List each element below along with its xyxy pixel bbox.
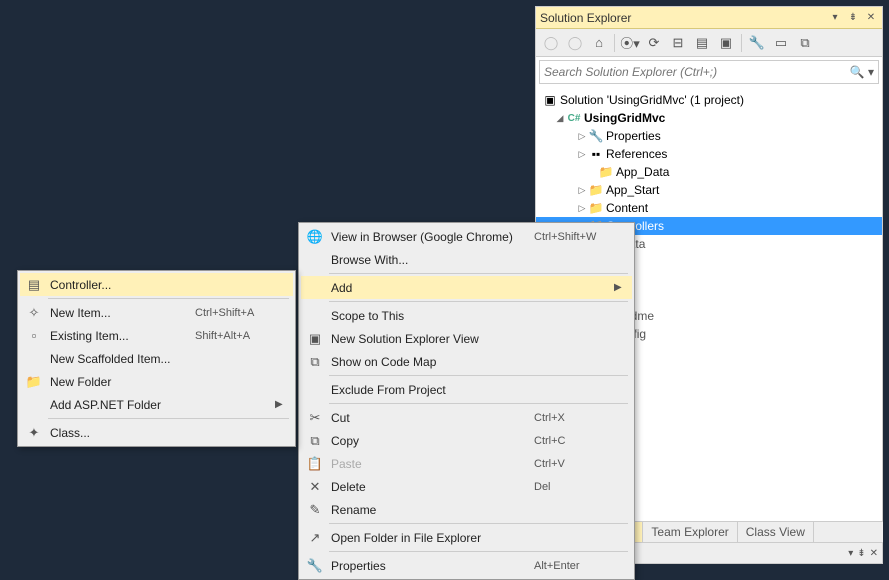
copy-icon: ⧉	[303, 433, 327, 449]
search-container: 🔍 ▾	[539, 60, 879, 84]
dropdown-icon[interactable]: ▾	[848, 548, 853, 559]
forward-icon[interactable]: ◯	[564, 32, 586, 54]
menu-cut[interactable]: ✂ Cut Ctrl+X	[301, 406, 632, 429]
dropdown-icon[interactable]: ▾	[828, 11, 842, 25]
solution-icon: ▣	[542, 93, 558, 107]
menu-separator	[329, 523, 628, 524]
context-menu-main: 🌐 View in Browser (Google Chrome) Ctrl+S…	[298, 222, 635, 580]
menu-separator	[329, 273, 628, 274]
delete-icon: ✕	[303, 479, 327, 495]
chevron-right-icon: ▶	[614, 282, 626, 293]
tree-folder-appstart[interactable]: ▷ 📁 App_Start	[536, 181, 882, 199]
menu-new-item[interactable]: ✧ New Item... Ctrl+Shift+A	[20, 301, 293, 324]
panel-title: Solution Explorer	[540, 11, 631, 25]
new-folder-icon: 📁	[22, 374, 46, 390]
rename-icon: ✎	[303, 502, 327, 518]
menu-exclude[interactable]: Exclude From Project	[301, 378, 632, 401]
menu-delete[interactable]: ✕ Delete Del	[301, 475, 632, 498]
tree-project[interactable]: ◢ C# UsingGridMvc	[536, 109, 882, 127]
close-icon[interactable]: ✕	[864, 11, 878, 25]
references-icon: ▪▪	[588, 147, 604, 161]
csharp-project-icon: C#	[566, 113, 582, 124]
menu-open-folder[interactable]: ↗ Open Folder in File Explorer	[301, 526, 632, 549]
folder-icon: 📁	[598, 165, 614, 179]
menu-separator	[48, 298, 289, 299]
open-folder-icon: ↗	[303, 530, 327, 546]
menu-new-folder[interactable]: 📁 New Folder	[20, 370, 293, 393]
menu-separator	[48, 418, 289, 419]
menu-paste[interactable]: 📋 Paste Ctrl+V	[301, 452, 632, 475]
controller-icon: ▤	[22, 277, 46, 293]
search-icon[interactable]: 🔍 ▾	[850, 65, 874, 79]
class-icon: ✦	[22, 425, 46, 441]
menu-new-explorer-view[interactable]: ▣ New Solution Explorer View	[301, 327, 632, 350]
home-icon[interactable]: ⌂	[588, 32, 610, 54]
show-all-icon[interactable]: ▤	[691, 32, 713, 54]
menu-scope[interactable]: Scope to This	[301, 304, 632, 327]
wrench-icon: 🔧	[588, 129, 604, 143]
menu-copy[interactable]: ⧉ Copy Ctrl+C	[301, 429, 632, 452]
menu-properties[interactable]: 🔧 Properties Alt+Enter	[301, 554, 632, 577]
menu-separator	[329, 301, 628, 302]
tree-folder-content[interactable]: ▷ 📁 Content	[536, 199, 882, 217]
codemap-icon: ⧉	[303, 354, 327, 370]
window-icon: ▣	[303, 331, 327, 347]
preview-selected-icon[interactable]: ▭	[770, 32, 792, 54]
pin-icon[interactable]: ⇟	[857, 548, 865, 559]
tab-class-view[interactable]: Class View	[738, 522, 814, 542]
properties-icon[interactable]: 🔧	[746, 32, 768, 54]
collapse-icon[interactable]: ⊟	[667, 32, 689, 54]
expander-icon[interactable]: ◢	[554, 113, 566, 124]
menu-code-map[interactable]: ⧉ Show on Code Map	[301, 350, 632, 373]
view-class-icon[interactable]: ⧉	[794, 32, 816, 54]
tree-references[interactable]: ▷ ▪▪ References	[536, 145, 882, 163]
paste-icon: 📋	[303, 456, 327, 472]
menu-separator	[329, 403, 628, 404]
back-icon[interactable]: ◯	[540, 32, 562, 54]
menu-class[interactable]: ✦ Class...	[20, 421, 293, 444]
expander-icon[interactable]: ▷	[576, 149, 588, 160]
panel-titlebar: Solution Explorer ▾ ⇟ ✕	[536, 7, 882, 29]
menu-rename[interactable]: ✎ Rename	[301, 498, 632, 521]
expander-icon[interactable]: ▷	[576, 185, 588, 196]
folder-icon: 📁	[588, 201, 604, 215]
new-item-icon: ✧	[22, 305, 46, 321]
tree-solution[interactable]: ▣ Solution 'UsingGridMvc' (1 project)	[536, 91, 882, 109]
pin-icon[interactable]: ⇟	[846, 11, 860, 25]
context-menu-add: ▤ Controller... ✧ New Item... Ctrl+Shift…	[17, 270, 296, 447]
menu-scaffolded[interactable]: New Scaffolded Item...	[20, 347, 293, 370]
existing-item-icon: ▫	[22, 328, 46, 343]
menu-view-in-browser[interactable]: 🌐 View in Browser (Google Chrome) Ctrl+S…	[301, 225, 632, 248]
menu-controller[interactable]: ▤ Controller...	[20, 273, 293, 296]
properties-icon: 🔧	[303, 558, 327, 574]
expander-icon[interactable]: ▷	[576, 131, 588, 142]
search-input[interactable]	[544, 65, 850, 79]
tab-team-explorer[interactable]: Team Explorer	[643, 522, 737, 542]
tree-folder-appdata[interactable]: 📁 App_Data	[536, 163, 882, 181]
preview-icon[interactable]: ▣	[715, 32, 737, 54]
menu-browse-with[interactable]: Browse With...	[301, 248, 632, 271]
menu-separator	[329, 551, 628, 552]
folder-icon: 📁	[588, 183, 604, 197]
menu-aspnet-folder[interactable]: Add ASP.NET Folder ▶	[20, 393, 293, 416]
refresh-icon[interactable]: ⟳	[643, 32, 665, 54]
tree-properties[interactable]: ▷ 🔧 Properties	[536, 127, 882, 145]
expander-icon[interactable]: ▷	[576, 203, 588, 214]
chevron-right-icon: ▶	[275, 399, 287, 410]
menu-add[interactable]: Add ▶	[301, 276, 632, 299]
panel-toolbar: ◯ ◯ ⌂ ⦿▾ ⟳ ⊟ ▤ ▣ 🔧 ▭ ⧉	[536, 29, 882, 57]
browser-icon: 🌐	[303, 229, 327, 245]
scope-icon[interactable]: ⦿▾	[619, 32, 641, 54]
cut-icon: ✂	[303, 410, 327, 426]
close-icon[interactable]: ✕	[870, 548, 878, 559]
menu-existing-item[interactable]: ▫ Existing Item... Shift+Alt+A	[20, 324, 293, 347]
menu-separator	[329, 375, 628, 376]
